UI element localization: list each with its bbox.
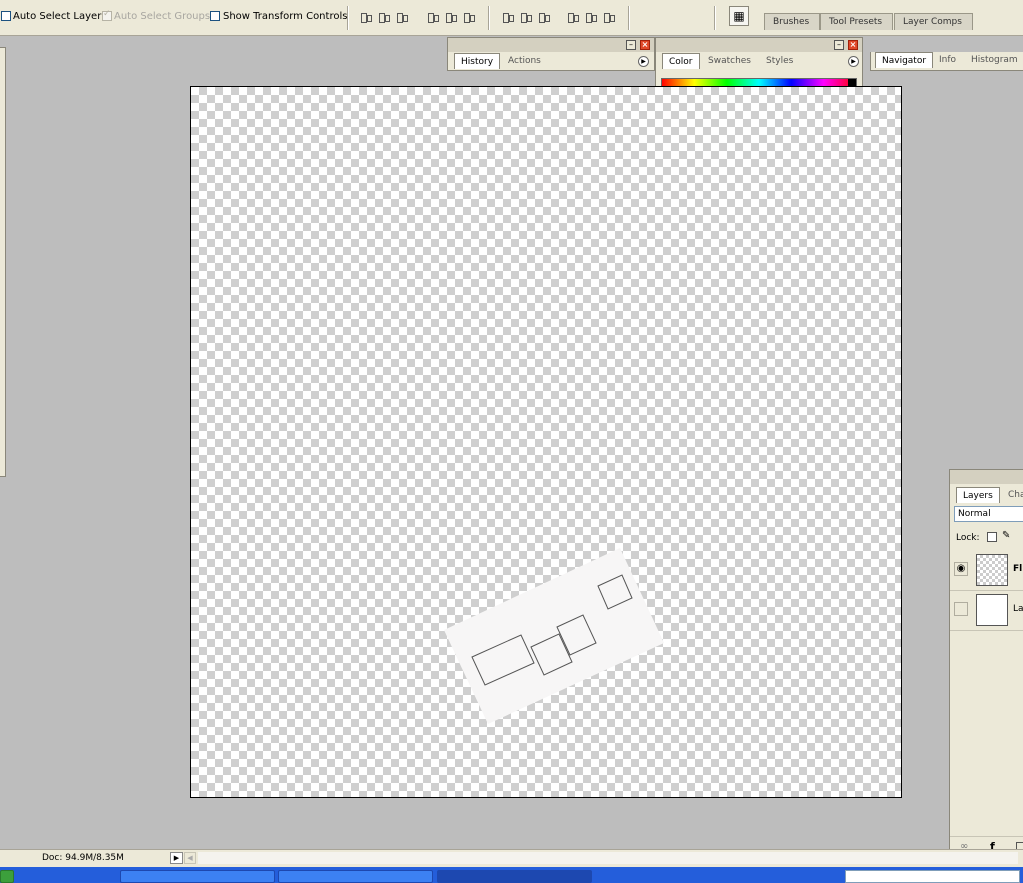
tab-history[interactable]: History bbox=[454, 53, 501, 69]
navigator-palette: Navigator Info Histogram bbox=[870, 52, 1023, 71]
layer-name[interactable]: Fl bbox=[1013, 564, 1022, 574]
align-horizontal-group bbox=[427, 11, 475, 24]
show-transform-controls-checkbox[interactable] bbox=[210, 11, 220, 21]
blend-mode-dropdown[interactable]: Normal bbox=[954, 506, 1023, 522]
eye-icon[interactable]: ◉ bbox=[954, 562, 968, 576]
palette-menu-icon[interactable]: ▶ bbox=[638, 56, 649, 67]
lock-pixels-icon[interactable]: ✎ bbox=[1002, 530, 1010, 541]
auto-select-layer-label[interactable]: Auto Select Layer bbox=[13, 11, 101, 23]
distribute-left-edges-icon[interactable] bbox=[567, 11, 579, 23]
scroll-left-icon[interactable]: ◀ bbox=[184, 852, 196, 864]
tab-channels[interactable]: Cha bbox=[1002, 487, 1023, 503]
well-tab-tool-presets[interactable]: Tool Presets bbox=[820, 13, 894, 30]
auto-select-groups-checkbox bbox=[102, 9, 112, 21]
close-icon[interactable]: × bbox=[640, 40, 650, 50]
layer-thumbnail bbox=[976, 554, 1008, 586]
distribute-horizontal-group bbox=[567, 11, 615, 24]
toolbox-edge[interactable] bbox=[0, 47, 6, 477]
align-right-edges-icon[interactable] bbox=[463, 11, 475, 23]
taskbar-button-active[interactable] bbox=[437, 870, 592, 883]
layer-row[interactable]: La bbox=[950, 590, 1023, 631]
doc-size-readout[interactable]: Doc: 94.9M/8.35M bbox=[42, 853, 124, 863]
align-vertical-centers-icon[interactable] bbox=[378, 11, 390, 23]
distribute-vertical-centers-icon[interactable] bbox=[520, 11, 532, 23]
distribute-right-edges-icon[interactable] bbox=[603, 11, 615, 23]
lock-transparency-icon[interactable] bbox=[987, 532, 997, 542]
horizontal-scrollbar[interactable] bbox=[198, 852, 1018, 864]
distribute-bottom-edges-icon[interactable] bbox=[538, 11, 550, 23]
minimize-icon[interactable]: – bbox=[626, 40, 636, 50]
taskbar-button[interactable] bbox=[120, 870, 275, 883]
layer-thumbnail bbox=[976, 594, 1008, 626]
distribute-vertical-group bbox=[502, 11, 550, 24]
tab-actions[interactable]: Actions bbox=[502, 53, 547, 69]
palette-title-bar[interactable] bbox=[448, 38, 654, 52]
separator bbox=[347, 6, 349, 30]
align-horizontal-centers-icon[interactable] bbox=[445, 11, 457, 23]
go-to-bridge-icon[interactable]: ▦ bbox=[729, 6, 749, 26]
minimize-icon[interactable]: – bbox=[834, 40, 844, 50]
auto-select-layer-checkbox[interactable] bbox=[1, 11, 11, 21]
auto-select-groups-label: Auto Select Groups bbox=[114, 11, 211, 22]
distribute-top-edges-icon[interactable] bbox=[502, 11, 514, 23]
distribute-horizontal-centers-icon[interactable] bbox=[585, 11, 597, 23]
taskbar-search-box[interactable] bbox=[845, 870, 1020, 883]
layers-palette: Layers Cha Normal Lock: ✎ ◉ Fl La ∞ ƒ bbox=[949, 469, 1023, 859]
status-menu-arrow-icon[interactable]: ▶ bbox=[170, 852, 183, 864]
well-tab-brushes[interactable]: Brushes bbox=[764, 13, 821, 30]
taskbar bbox=[0, 867, 1023, 883]
tab-swatches[interactable]: Swatches bbox=[702, 53, 757, 69]
tab-styles[interactable]: Styles bbox=[760, 53, 799, 69]
start-button[interactable] bbox=[0, 870, 14, 883]
tab-layers[interactable]: Layers bbox=[956, 487, 1000, 503]
palette-title-bar[interactable] bbox=[950, 470, 1023, 484]
separator bbox=[714, 6, 716, 30]
layer-row[interactable]: ◉ Fl bbox=[950, 550, 1023, 591]
align-bottom-edges-icon[interactable] bbox=[396, 11, 408, 23]
palette-title-bar[interactable] bbox=[656, 38, 862, 52]
separator bbox=[628, 6, 630, 30]
lock-label: Lock: bbox=[956, 533, 980, 543]
taskbar-button[interactable] bbox=[278, 870, 433, 883]
well-tab-layer-comps[interactable]: Layer Comps bbox=[894, 13, 973, 30]
align-left-edges-icon[interactable] bbox=[427, 11, 439, 23]
status-bar: Doc: 94.9M/8.35M ▶ ◀ bbox=[0, 849, 1023, 867]
tab-navigator[interactable]: Navigator bbox=[875, 52, 934, 68]
palette-menu-icon[interactable]: ▶ bbox=[848, 56, 859, 67]
align-top-edges-icon[interactable] bbox=[360, 11, 372, 23]
document-canvas[interactable] bbox=[190, 86, 902, 798]
separator bbox=[488, 6, 490, 30]
layer-name[interactable]: La bbox=[1013, 604, 1023, 614]
layer-content bbox=[444, 548, 664, 724]
close-icon[interactable]: × bbox=[848, 40, 858, 50]
history-palette: – × History Actions ▶ bbox=[447, 37, 655, 71]
tab-info[interactable]: Info bbox=[933, 52, 962, 68]
show-transform-controls-label[interactable]: Show Transform Controls bbox=[223, 11, 347, 23]
visibility-toggle[interactable] bbox=[954, 602, 968, 616]
tab-color[interactable]: Color bbox=[662, 53, 700, 69]
tab-histogram[interactable]: Histogram bbox=[965, 52, 1023, 68]
palette-well: Brushes Tool Presets Layer Comps bbox=[760, 8, 1010, 30]
align-vertical-group bbox=[360, 11, 408, 24]
